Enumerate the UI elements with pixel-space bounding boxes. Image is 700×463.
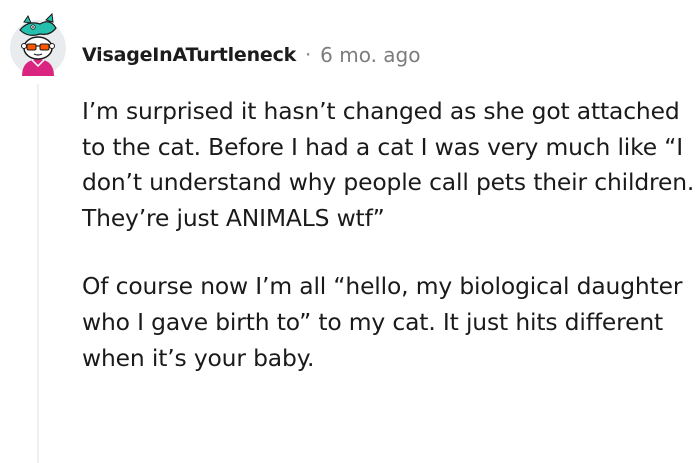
comment-paragraph-2: Of course now I’m all “hello, my biologi…	[82, 272, 683, 372]
comment-timestamp[interactable]: 6 mo. ago	[320, 43, 420, 67]
user-avatar[interactable]	[6, 8, 70, 78]
comment: VisageInATurtleneck · 6 mo. ago I’m surp…	[0, 0, 700, 463]
comment-paragraph-1: I’m surprised it hasn’t changed as she g…	[82, 97, 695, 232]
snoo-avatar-icon	[10, 12, 66, 76]
thread-collapse-line[interactable]	[37, 84, 39, 463]
author-username[interactable]: VisageInATurtleneck	[82, 44, 296, 66]
comment-header: VisageInATurtleneck · 6 mo. ago	[82, 39, 421, 71]
comment-body: I’m surprised it hasn’t changed as she g…	[82, 94, 697, 376]
meta-separator: ·	[305, 44, 312, 66]
